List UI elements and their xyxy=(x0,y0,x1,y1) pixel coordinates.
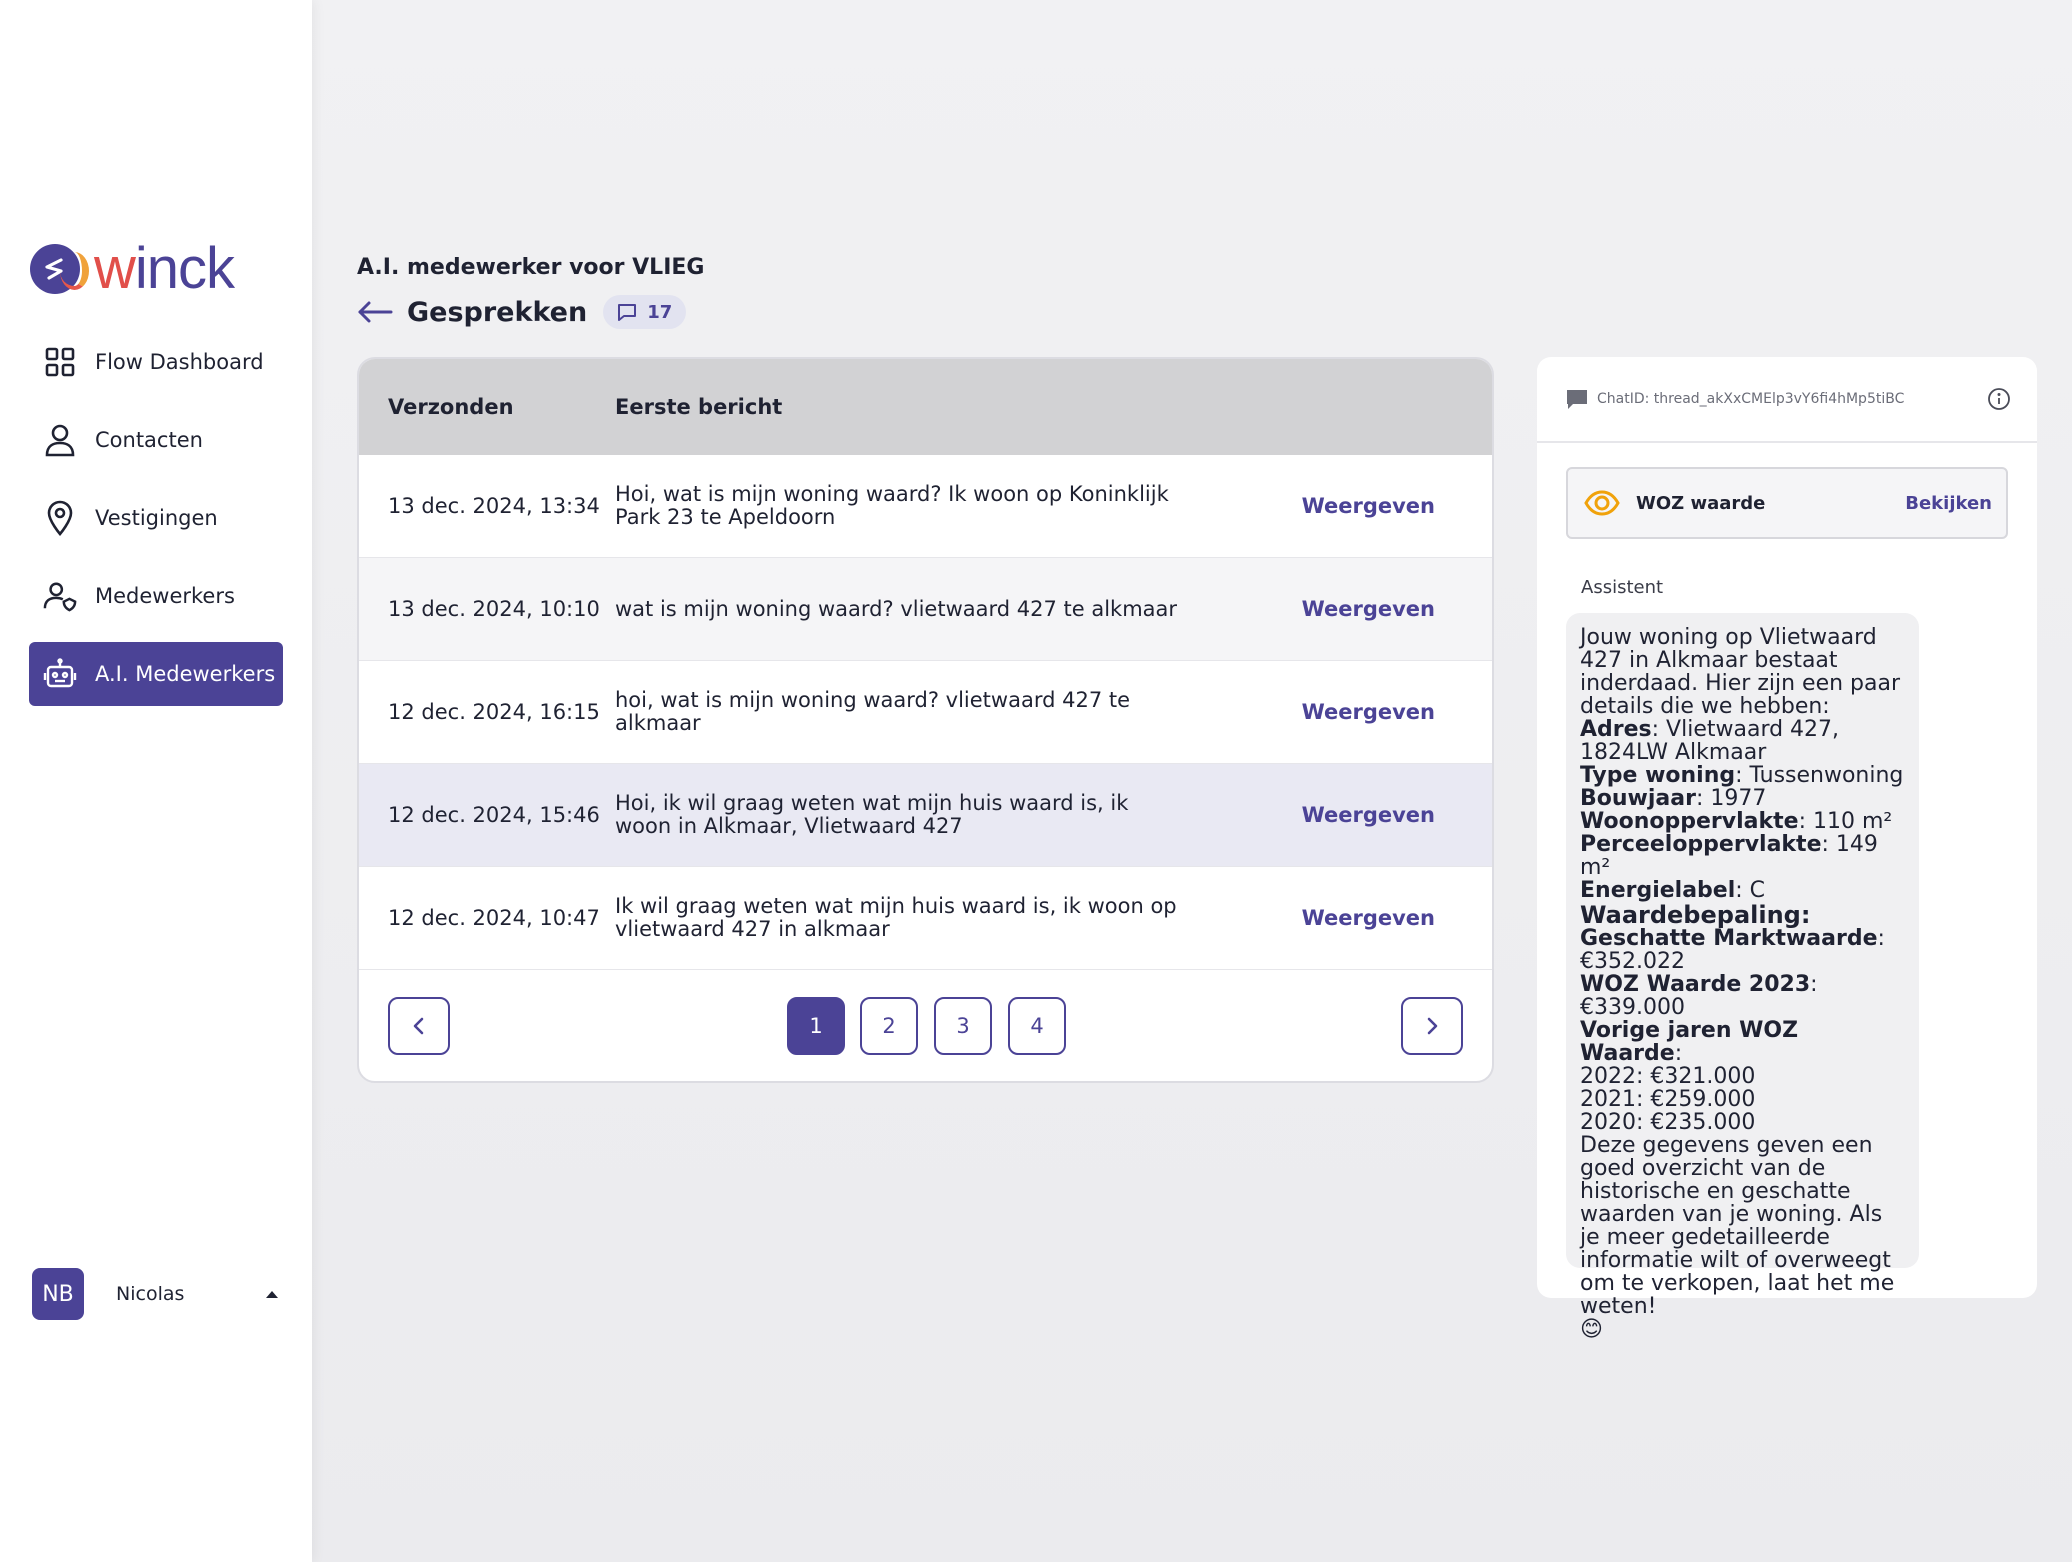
user-shield-icon xyxy=(43,579,77,613)
page-title: Gesprekken xyxy=(407,296,588,328)
page-button-2[interactable]: 2 xyxy=(860,997,918,1055)
sidebar-item-label: A.I. Medewerkers xyxy=(95,662,276,686)
assistant-message: Jouw woning op Vlietwaard 427 in Alkmaar… xyxy=(1566,613,1919,1341)
chat-detail-panel: ChatID: thread_akXxCMElp3vY6fi4hMp5tiBC … xyxy=(1537,357,2037,1341)
detail-line: Energielabel: C xyxy=(1580,878,1766,903)
chevron-right-icon xyxy=(1427,1017,1438,1035)
caret-up-icon[interactable] xyxy=(266,1290,278,1298)
sidebar: winck Flow Dashboard Contacten Vestiging… xyxy=(0,0,312,1562)
sidebar-item-vestigingen[interactable]: Vestigingen xyxy=(29,486,283,550)
detail-line: Perceeloppervlakte: 149 m² xyxy=(1580,832,1878,880)
logo-wordmark: winck xyxy=(94,236,235,301)
detail-line: Woonoppervlakte: 110 m² xyxy=(1580,809,1893,834)
user-menu[interactable]: NB Nicolas xyxy=(32,1268,282,1320)
row-date: 12 dec. 2024, 10:47 xyxy=(388,906,600,930)
grid-icon xyxy=(43,345,77,379)
detail-line: Adres: Vlietwaard 427, 1824LW Alkmaar xyxy=(1580,717,1840,765)
row-date: 13 dec. 2024, 13:34 xyxy=(388,494,600,518)
user-name: Nicolas xyxy=(116,1283,185,1305)
table-header: Verzonden Eerste bericht xyxy=(359,359,1492,455)
message-role-label: Assistent xyxy=(1581,577,1664,598)
sidebar-item-label: Flow Dashboard xyxy=(95,350,264,374)
table-row: 13 dec. 2024, 10:10 wat is mijn woning w… xyxy=(359,558,1492,661)
row-message: Ik wil graag weten wat mijn huis waard i… xyxy=(615,894,1177,941)
page-button-3[interactable]: 3 xyxy=(934,997,992,1055)
view-tool-result-link[interactable]: Bekijken xyxy=(1905,493,1992,514)
history-line: 2021: €259.000 xyxy=(1580,1087,1756,1112)
valuation-line: Geschatte Marktwaarde: €352.022 xyxy=(1580,926,1885,974)
sidebar-item-ai-medewerkers[interactable]: A.I. Medewerkers xyxy=(29,642,283,706)
pagination: 1 2 3 4 xyxy=(359,970,1492,1081)
row-message: Hoi, wat is mijn woning waard? Ik woon o… xyxy=(615,482,1169,529)
view-conversation-link[interactable]: Weergeven xyxy=(1185,597,1492,621)
back-arrow-icon[interactable] xyxy=(357,292,393,332)
eye-icon xyxy=(1584,490,1620,516)
valuation-heading: Waardebepaling: xyxy=(1580,901,1811,929)
page-button-4[interactable]: 4 xyxy=(1008,997,1066,1055)
table-row: 12 dec. 2024, 16:15 hoi, wat is mijn won… xyxy=(359,661,1492,764)
robot-icon xyxy=(43,657,77,691)
column-header-verzonden: Verzonden xyxy=(388,395,514,419)
view-conversation-link[interactable]: Weergeven xyxy=(1185,700,1492,724)
table-row: 13 dec. 2024, 13:34 Hoi, wat is mijn won… xyxy=(359,455,1492,558)
row-message: Hoi, ik wil graag weten wat mijn huis wa… xyxy=(615,791,1129,838)
location-pin-icon xyxy=(43,500,77,536)
valuation-line: WOZ Waarde 2023: €339.000 xyxy=(1580,972,1818,1020)
sidebar-item-flow-dashboard[interactable]: Flow Dashboard xyxy=(29,330,283,394)
detail-line: Bouwjaar: 1977 xyxy=(1580,786,1767,811)
chat-bubble-icon xyxy=(618,304,637,321)
history-line: 2020: €235.000 xyxy=(1580,1110,1756,1135)
column-header-eerste-bericht: Eerste bericht xyxy=(615,395,783,419)
smile-emoji-icon: 😊 xyxy=(1580,1317,1603,1342)
chat-id: ChatID: thread_akXxCMElp3vY6fi4hMp5tiBC xyxy=(1597,391,1905,407)
row-date: 12 dec. 2024, 16:15 xyxy=(388,700,600,724)
conversation-count: 17 xyxy=(647,301,673,323)
logo-mark-icon xyxy=(30,244,89,294)
sidebar-nav: Flow Dashboard Contacten Vestigingen Med… xyxy=(29,330,283,720)
previous-page-button[interactable] xyxy=(388,997,450,1055)
sidebar-item-label: Medewerkers xyxy=(95,584,235,608)
message-closing: Deze gegevens geven een goed overzicht v… xyxy=(1580,1133,1895,1319)
sidebar-item-label: Vestigingen xyxy=(95,506,218,530)
page-title-row: Gesprekken 17 xyxy=(357,292,687,332)
conversations-table: Verzonden Eerste bericht 13 dec. 2024, 1… xyxy=(357,357,1494,1083)
page-button-1[interactable]: 1 xyxy=(787,997,845,1055)
row-message: wat is mijn woning waard? vlietwaard 427… xyxy=(615,596,1178,621)
next-page-button[interactable] xyxy=(1401,997,1463,1055)
avatar: NB xyxy=(32,1268,84,1320)
conversation-count-badge: 17 xyxy=(603,295,687,329)
winck-logo[interactable]: winck xyxy=(30,236,235,301)
view-conversation-link[interactable]: Weergeven xyxy=(1185,906,1492,930)
history-line: 2022: €321.000 xyxy=(1580,1064,1756,1089)
table-row-selected: 12 dec. 2024, 15:46 Hoi, ik wil graag we… xyxy=(359,764,1492,867)
woz-tool-call: WOZ waarde Bekijken xyxy=(1566,467,2008,539)
chat-header: ChatID: thread_akXxCMElp3vY6fi4hMp5tiBC xyxy=(1537,357,2037,443)
sidebar-item-contacten[interactable]: Contacten xyxy=(29,408,283,472)
detail-line: Type woning: Tussenwoning xyxy=(1580,763,1904,788)
info-icon[interactable] xyxy=(1987,387,2011,411)
message-intro: Jouw woning op Vlietwaard 427 in Alkmaar… xyxy=(1580,625,1901,719)
view-conversation-link[interactable]: Weergeven xyxy=(1185,494,1492,518)
sidebar-item-label: Contacten xyxy=(95,428,203,452)
sidebar-item-medewerkers[interactable]: Medewerkers xyxy=(29,564,283,628)
chevron-left-icon xyxy=(413,1017,424,1035)
table-row: 12 dec. 2024, 10:47 Ik wil graag weten w… xyxy=(359,867,1492,970)
row-date: 13 dec. 2024, 10:10 xyxy=(388,597,600,621)
view-conversation-link[interactable]: Weergeven xyxy=(1185,803,1492,827)
valuation-line: Vorige jaren WOZ Waarde: xyxy=(1580,1018,1799,1066)
tool-label: WOZ waarde xyxy=(1636,492,1766,514)
page-subtitle: A.I. medewerker voor VLIEG xyxy=(357,255,705,280)
row-message: hoi, wat is mijn woning waard? vlietwaar… xyxy=(615,688,1131,735)
row-date: 12 dec. 2024, 15:46 xyxy=(388,803,600,827)
message-icon xyxy=(1567,390,1587,409)
person-icon xyxy=(43,423,77,457)
